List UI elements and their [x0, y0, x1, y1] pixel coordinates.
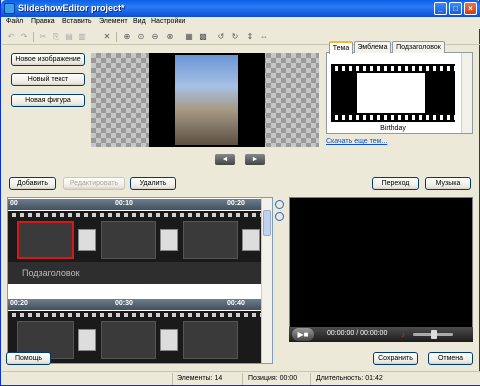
minimize-button[interactable]: _	[434, 2, 447, 15]
menu-settings[interactable]: Настройки	[151, 18, 185, 25]
slide-thumbnail[interactable]	[101, 221, 156, 259]
zoom-selection-icon[interactable]: ⊗	[165, 32, 175, 42]
flip-horizontal-icon[interactable]: ⇔	[259, 32, 269, 42]
status-position: Позиция: 00:00	[248, 375, 298, 382]
slide-photo[interactable]	[175, 55, 238, 145]
delete-button[interactable]: Удалить	[130, 177, 176, 190]
status-divider	[172, 373, 173, 385]
menu-insert[interactable]: Вставить	[62, 18, 92, 25]
next-slide-icon[interactable]: ►	[245, 154, 265, 165]
theme-panel: Тема Эмблема Подзаголовок Birthday	[326, 41, 473, 134]
status-divider	[242, 373, 243, 385]
music-button[interactable]: Музыка	[425, 177, 471, 190]
save-button[interactable]: Сохранить	[373, 352, 418, 365]
zoom-fit-icon[interactable]: ⊙	[136, 32, 146, 42]
zoom-out-icon[interactable]: ⊖	[150, 32, 160, 42]
cancel-button[interactable]: Отмена	[428, 352, 473, 365]
subtitle-track[interactable]: Подзаголовок	[8, 262, 262, 284]
tab-theme[interactable]: Тема	[329, 41, 353, 54]
menu-element[interactable]: Элемент	[99, 18, 128, 25]
edit-button[interactable]: Редактировать	[63, 177, 125, 190]
maximize-button[interactable]: □	[449, 2, 462, 15]
transition-thumbnail[interactable]	[160, 329, 178, 351]
tick-label: 00	[10, 200, 18, 207]
app-window: SlideshowEditor project* _ □ × Файл Прав…	[0, 0, 480, 386]
redo-icon[interactable]: ↷	[19, 32, 29, 42]
app-icon	[4, 3, 15, 14]
toolbar-separator	[33, 32, 34, 42]
storyboard[interactable]: 00 00:10 00:20 Подзаголовок 00:20 00:30 …	[7, 197, 273, 364]
transition-thumbnail[interactable]	[160, 229, 178, 251]
tick-label: 00:40	[227, 300, 245, 307]
transition-thumbnail[interactable]	[78, 329, 96, 351]
slide-thumbnail[interactable]	[101, 321, 156, 359]
storyboard-scrollbar[interactable]	[261, 198, 272, 363]
align-icon[interactable]: ▦	[184, 32, 194, 42]
status-divider	[310, 373, 311, 385]
add-button[interactable]: Добавить	[9, 177, 56, 190]
slide-thumbnail[interactable]	[17, 221, 74, 259]
slide-frame	[149, 53, 265, 147]
volume-knob[interactable]	[431, 330, 437, 339]
theme-preview-image	[357, 73, 425, 113]
slide-thumbnail[interactable]	[183, 221, 238, 259]
zoom-in-icon[interactable]: ⊕	[122, 32, 132, 42]
theme-thumbnail[interactable]	[331, 64, 455, 122]
status-bar: Элементы: 14 Позиция: 00:00 Длительность…	[2, 371, 480, 385]
paste-icon[interactable]: ▤	[64, 32, 74, 42]
download-themes-link[interactable]: Скачать еще тем...	[326, 138, 387, 145]
play-icon[interactable]: ▶■	[292, 328, 314, 341]
status-elements: Элементы: 14	[177, 375, 223, 382]
transition-thumbnail[interactable]	[78, 229, 96, 251]
delete-icon[interactable]: ✕	[102, 32, 112, 42]
toolbar-separator	[116, 32, 117, 42]
tick-label: 00:20	[227, 200, 245, 207]
transition-thumbnail[interactable]	[242, 229, 260, 251]
grid-icon[interactable]: ▩	[198, 32, 208, 42]
zoom-in-icon[interactable]	[275, 200, 284, 209]
scrollbar-thumb[interactable]	[263, 210, 271, 236]
rotate-right-icon[interactable]: ↻	[230, 32, 240, 42]
video-player[interactable]	[289, 197, 473, 342]
tab-emblem[interactable]: Эмблема	[354, 41, 391, 53]
new-text-button[interactable]: Новый текст	[11, 73, 85, 86]
film-perforation	[331, 115, 455, 120]
undo-icon[interactable]: ↶	[6, 32, 16, 42]
help-button[interactable]: Помощь	[6, 352, 51, 365]
film-perforation	[331, 66, 455, 71]
film-perforation	[8, 313, 262, 317]
zoom-out-icon[interactable]	[275, 212, 284, 221]
new-shape-button[interactable]: Новая фигура	[11, 94, 85, 107]
title-bar: SlideshowEditor project* _ □ ×	[1, 0, 480, 17]
tick-label: 00:10	[115, 200, 133, 207]
player-controls: ▶■ 00:00:00 / 00:00:00 ♪	[289, 327, 473, 342]
theme-scrollbar[interactable]	[461, 53, 472, 133]
menu-edit[interactable]: Правка	[31, 18, 55, 25]
slide-thumbnail[interactable]	[183, 321, 238, 359]
cut-icon[interactable]: ✂	[38, 32, 48, 42]
previous-slide-icon[interactable]: ◄	[215, 154, 235, 165]
close-button[interactable]: ×	[464, 2, 477, 15]
menu-view[interactable]: Вид	[133, 18, 146, 25]
status-duration: Длительность: 01:42	[316, 375, 383, 382]
slide-preview-canvas[interactable]	[91, 53, 319, 147]
timeline-ruler: 00 00:10 00:20	[8, 199, 262, 210]
tick-label: 00:20	[10, 300, 28, 307]
duplicate-icon[interactable]: ▥	[77, 32, 87, 42]
volume-icon[interactable]: ♪	[401, 330, 405, 339]
window-title: SlideshowEditor project*	[18, 3, 125, 13]
tab-subtitle[interactable]: Подзаголовок	[392, 41, 445, 53]
tick-label: 00:30	[115, 300, 133, 307]
menu-bar: Файл Правка Вставить Элемент Вид Настрой…	[2, 17, 480, 29]
film-perforation	[8, 213, 262, 217]
new-image-button[interactable]: Новое изображение	[11, 53, 85, 66]
flip-vertical-icon[interactable]: ⇕	[245, 32, 255, 42]
player-time: 00:00:00 / 00:00:00	[327, 330, 388, 337]
menu-file[interactable]: Файл	[6, 18, 23, 25]
transition-button[interactable]: Переход	[372, 177, 419, 190]
theme-caption: Birthday	[380, 125, 406, 132]
rotate-left-icon[interactable]: ↺	[216, 32, 226, 42]
copy-icon[interactable]: ⎘	[51, 32, 61, 42]
timeline-ruler: 00:20 00:30 00:40	[8, 299, 262, 310]
